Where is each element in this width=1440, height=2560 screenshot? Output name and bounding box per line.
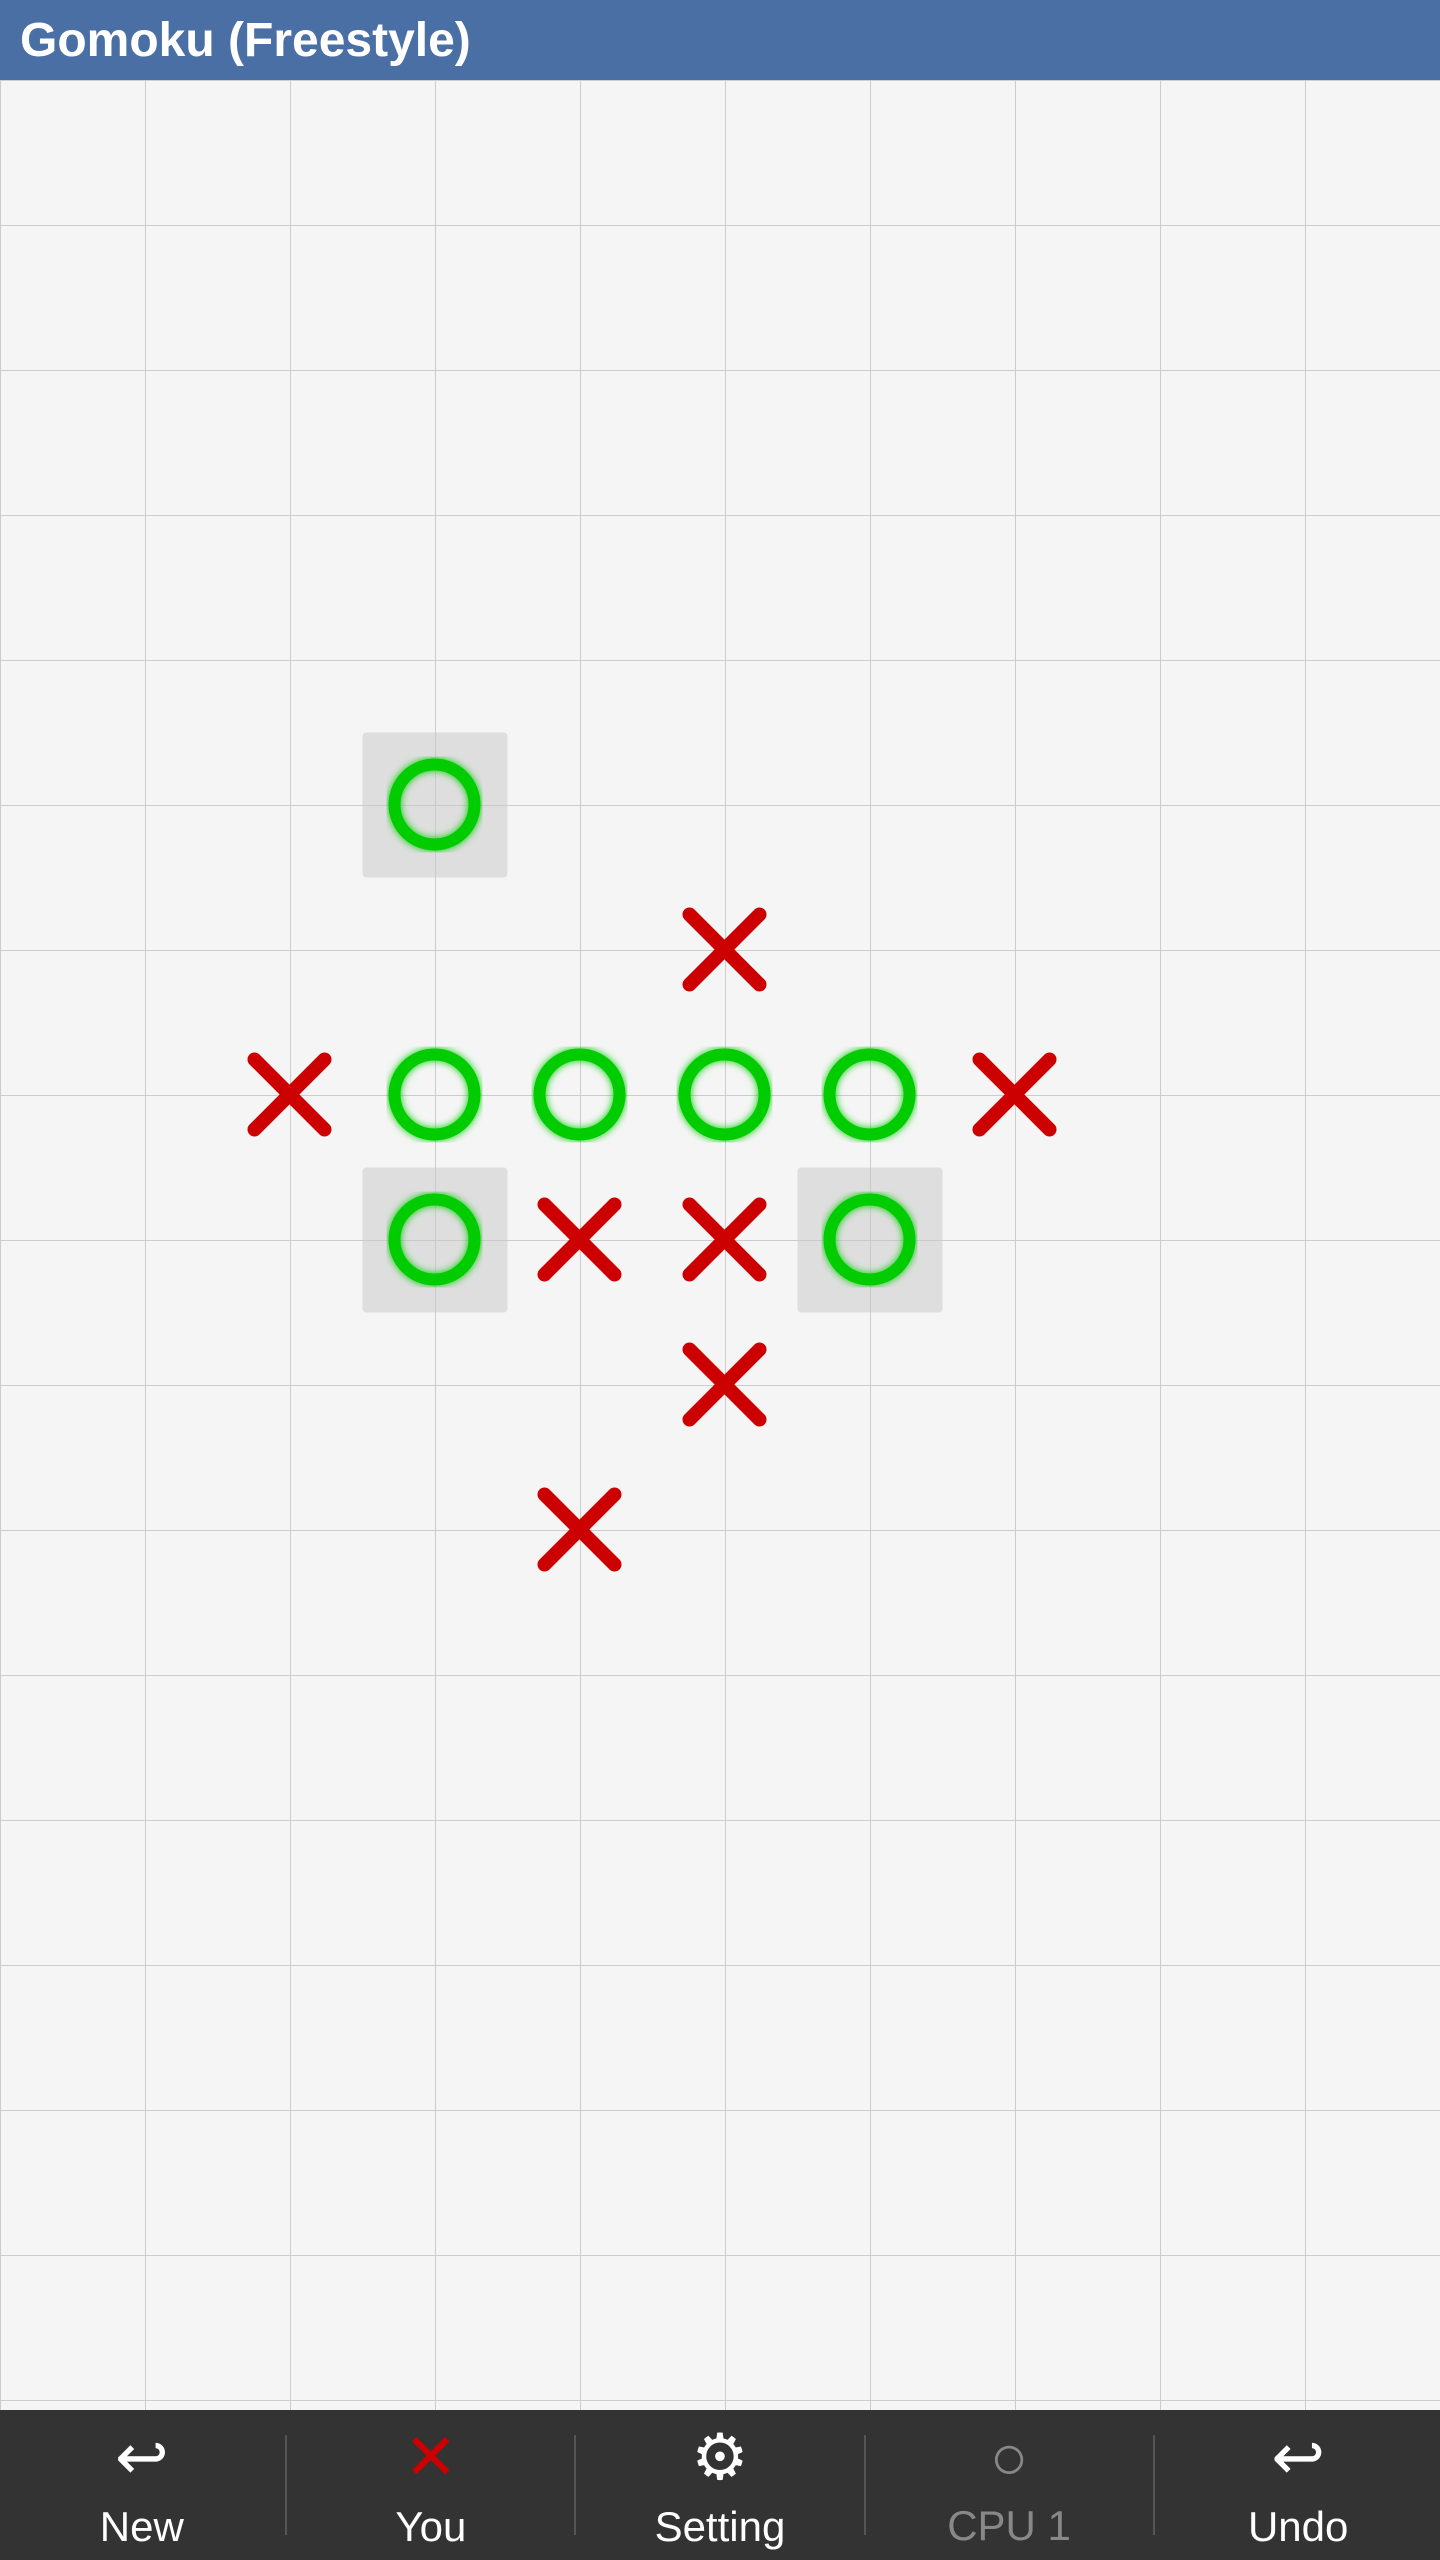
pieces-layer [0, 80, 1440, 2410]
piece-o[interactable] [362, 1022, 507, 1167]
piece-o[interactable] [797, 1167, 942, 1312]
divider-1 [285, 2435, 287, 2535]
setting-label: Setting [655, 2503, 786, 2551]
you-button[interactable]: ✕ You [291, 2410, 571, 2560]
title-bar: Gomoku (Freestyle) [0, 0, 1440, 80]
you-label: You [395, 2503, 466, 2551]
game-title: Gomoku (Freestyle) [20, 13, 471, 68]
divider-4 [1153, 2435, 1155, 2535]
piece-o[interactable] [652, 1022, 797, 1167]
setting-button[interactable]: ⚙ Setting [580, 2410, 860, 2560]
cpu-button[interactable]: ○ CPU 1 [869, 2410, 1149, 2560]
piece-x[interactable] [652, 1312, 797, 1457]
divider-2 [574, 2435, 576, 2535]
you-icon: ✕ [404, 2420, 458, 2495]
new-button[interactable]: ↩ New [2, 2410, 282, 2560]
piece-x[interactable] [942, 1022, 1087, 1167]
piece-x[interactable] [507, 1167, 652, 1312]
game-board[interactable] [0, 80, 1440, 2410]
undo-label: Undo [1248, 2503, 1348, 2551]
new-label: New [100, 2503, 184, 2551]
undo-icon: ↩ [1271, 2420, 1325, 2495]
new-icon: ↩ [115, 2420, 169, 2495]
piece-x[interactable] [652, 877, 797, 1022]
bottom-bar: ↩ New ✕ You ⚙ Setting ○ CPU 1 ↩ Undo [0, 2410, 1440, 2560]
cpu-label: CPU 1 [947, 2502, 1071, 2550]
cpu-icon: ○ [990, 2420, 1029, 2494]
piece-x[interactable] [217, 1022, 362, 1167]
gear-icon: ⚙ [691, 2420, 748, 2495]
undo-button[interactable]: ↩ Undo [1158, 2410, 1438, 2560]
piece-o[interactable] [507, 1022, 652, 1167]
piece-o[interactable] [362, 732, 507, 877]
piece-x[interactable] [652, 1167, 797, 1312]
piece-o[interactable] [797, 1022, 942, 1167]
divider-3 [864, 2435, 866, 2535]
piece-x[interactable] [507, 1457, 652, 1602]
piece-o[interactable] [362, 1167, 507, 1312]
